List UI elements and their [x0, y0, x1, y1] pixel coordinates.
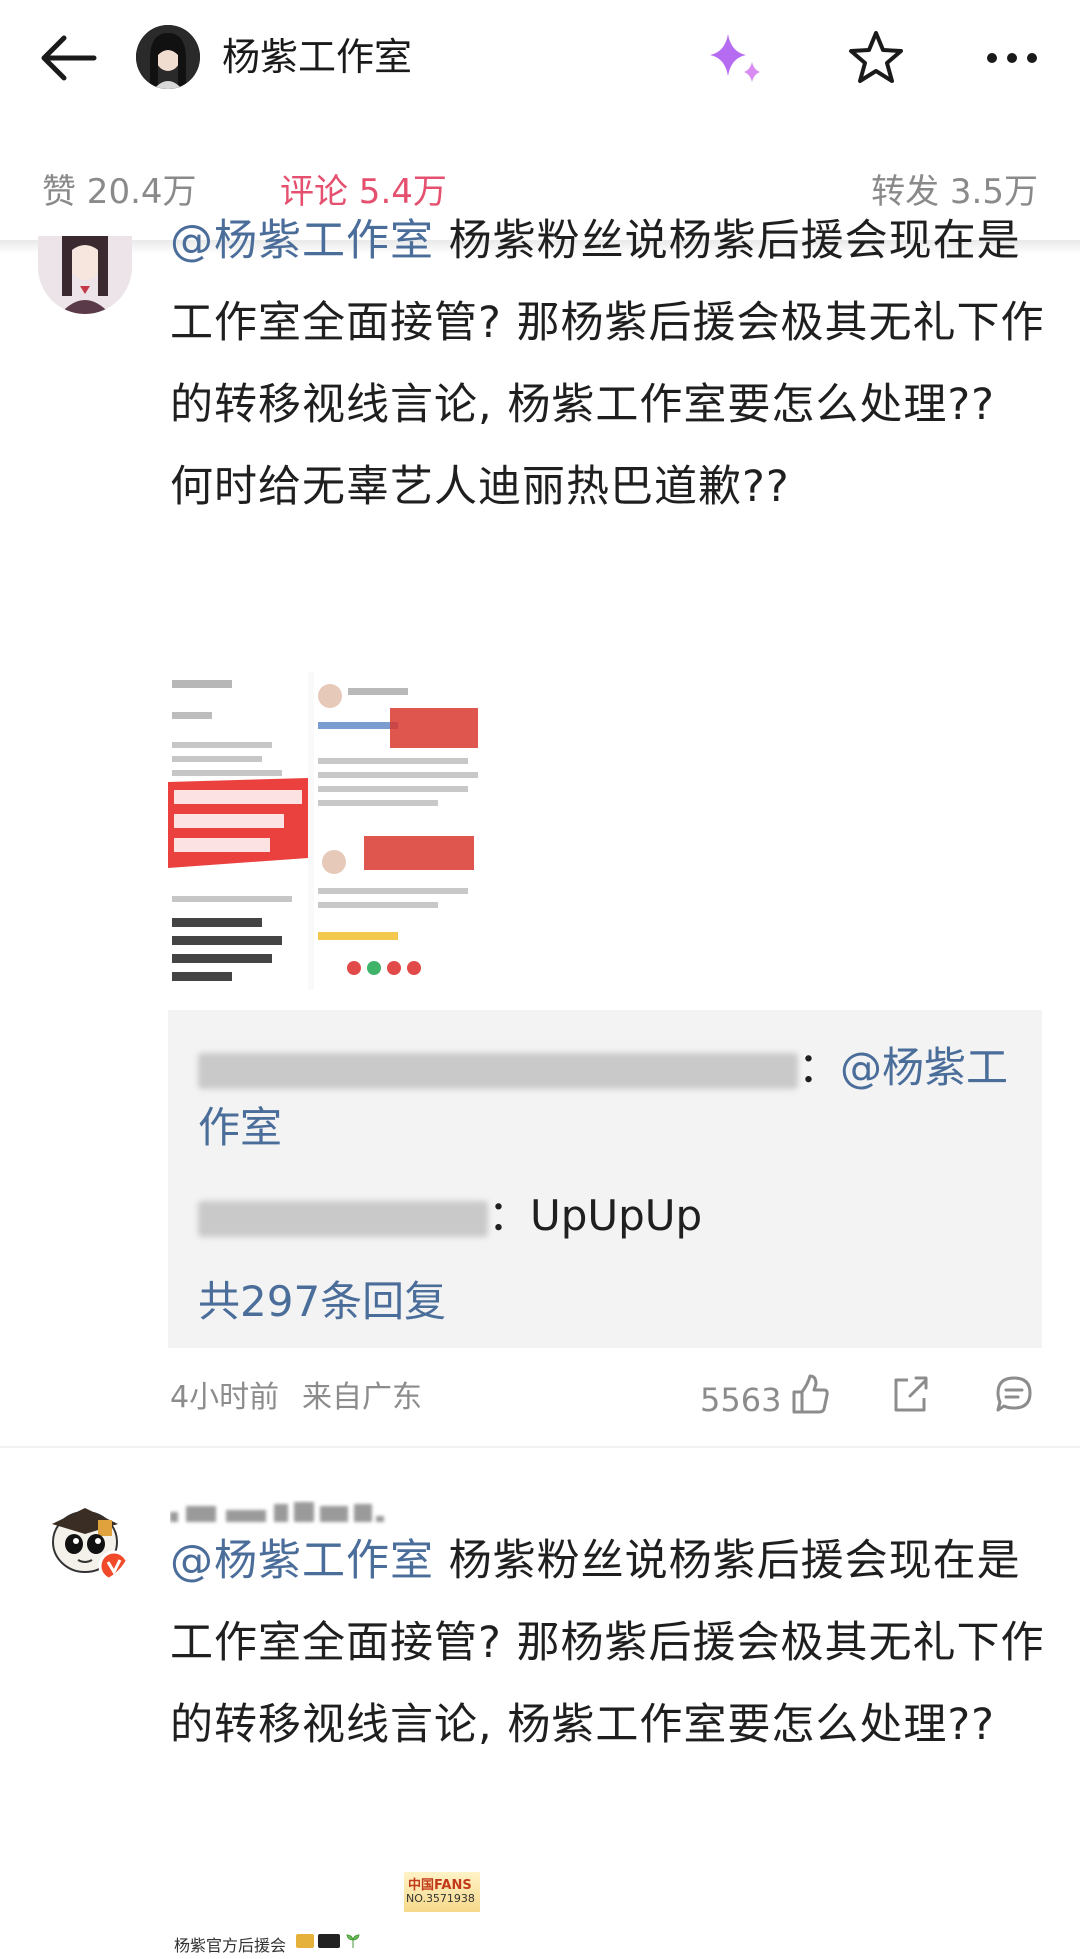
comment-text: @杨紫工作室 杨紫粉丝说杨紫后援会现在是工作室全面接管? 那杨紫后援会极其无礼下…: [170, 1520, 1050, 1766]
vip-badge-icon: [296, 1934, 314, 1948]
comment-image[interactable]: 中国FANS NO.3571938 杨紫官方后援会: [168, 1868, 482, 1959]
like-count: 5563: [700, 1381, 782, 1419]
comment-text: @杨紫工作室 杨紫粉丝说杨紫后援会现在是工作室全面接管? 那杨紫后援会极其无礼下…: [170, 200, 1050, 528]
mention-link[interactable]: @杨紫工作室: [170, 216, 434, 266]
like-thumb-icon[interactable]: [790, 1372, 830, 1420]
mention-link[interactable]: @杨紫工作室: [170, 1536, 434, 1586]
level-badge-icon: [318, 1934, 340, 1948]
reply-item[interactable]: ：@杨紫工作室: [198, 1038, 1042, 1158]
blurred-username: [198, 1200, 488, 1237]
top-bar: 杨紫工作室: [0, 0, 1080, 115]
fans-badge: 中国FANS NO.3571938: [404, 1872, 480, 1912]
more-options-icon[interactable]: [982, 30, 1042, 86]
commenter-avatar[interactable]: [38, 1490, 132, 1584]
sprout-icon: [346, 1932, 360, 1948]
commenter-avatar[interactable]: [38, 236, 132, 314]
profile-avatar[interactable]: [136, 25, 200, 89]
replies-preview[interactable]: ：@杨紫工作室 ：UpUpUp 共297条回复: [168, 1010, 1042, 1348]
favorite-star-icon[interactable]: [846, 28, 906, 88]
comment-time: 4小时前: [170, 1380, 280, 1415]
back-arrow-icon[interactable]: [36, 30, 100, 86]
reply-comment-icon[interactable]: [994, 1372, 1034, 1420]
sparkle-icon[interactable]: [702, 28, 770, 88]
comment-location: 来自广东: [302, 1380, 422, 1415]
reply-item[interactable]: ：UpUpUp: [198, 1186, 702, 1246]
comment-image[interactable]: [168, 672, 482, 990]
comment-divider: [0, 1446, 1080, 1448]
thumbnail-caption: 杨紫官方后援会: [174, 1936, 287, 1955]
share-icon[interactable]: [890, 1372, 930, 1420]
blurred-username: [198, 1052, 798, 1089]
view-all-replies-link[interactable]: 共297条回复: [198, 1272, 446, 1332]
page-title: 杨紫工作室: [222, 35, 413, 79]
reply-text: ：UpUpUp: [488, 1191, 703, 1240]
